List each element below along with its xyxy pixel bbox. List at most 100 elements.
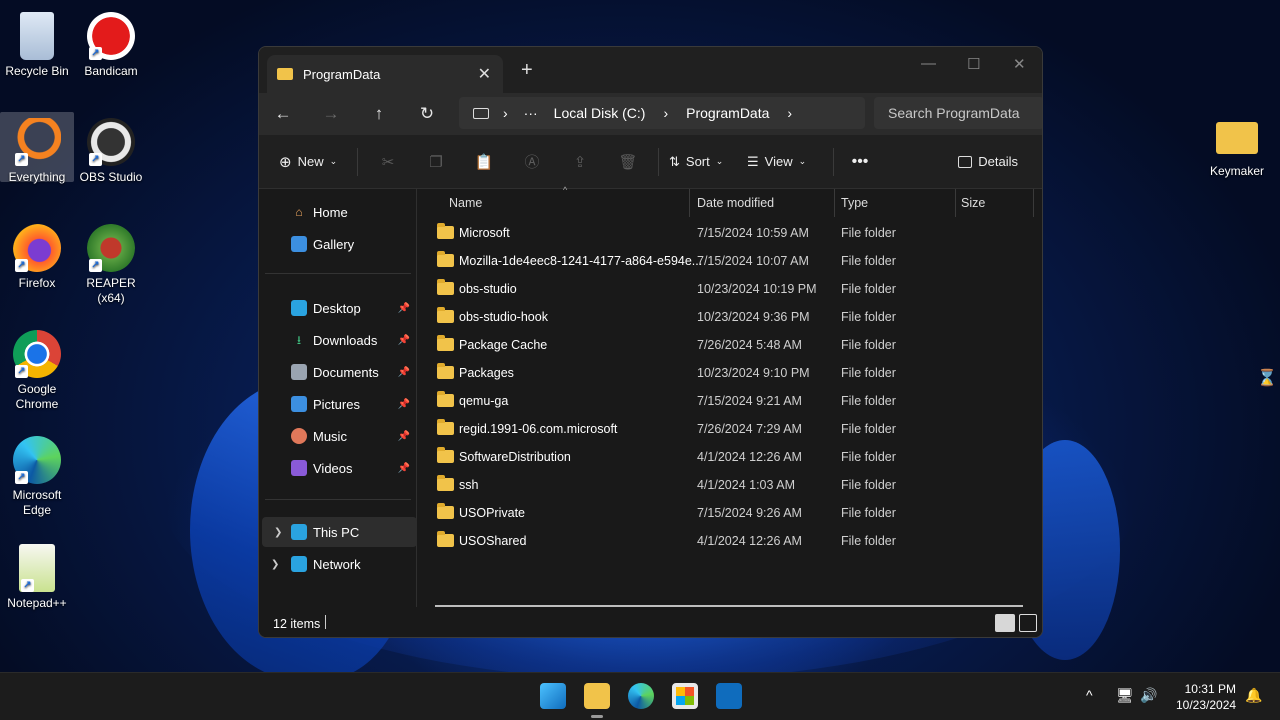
forward-arrow-icon[interactable]: → <box>307 104 355 124</box>
nav-item-pictures[interactable]: Pictures 📌 <box>259 389 414 419</box>
table-row[interactable]: Mozilla-1de4eec8-1241-4177-a864-e594e...… <box>419 247 1042 275</box>
microsoft-store-icon[interactable] <box>672 683 698 709</box>
desktop-icon-recycle-bin[interactable]: Recycle Bin <box>0 6 74 79</box>
nav-item-network[interactable]: ❯ Network <box>259 549 414 579</box>
rename-icon[interactable]: Ⓐ <box>508 151 556 172</box>
nav-label: Gallery <box>313 236 355 252</box>
notification-bell-icon[interactable]: 🔔 <box>1245 687 1262 704</box>
table-row[interactable]: regid.1991-06.com.microsoft 7/26/2024 7:2… <box>419 415 1042 443</box>
sort-button[interactable]: ⇅ Sort ⌄ <box>669 154 747 170</box>
table-row[interactable]: obs-studio 10/23/2024 10:19 PM File folder <box>419 275 1042 303</box>
start-icon[interactable] <box>540 683 566 709</box>
more-locations-icon[interactable]: ··· <box>524 105 538 121</box>
desktop-icon-reaper[interactable]: ↗ REAPER (x64) <box>74 218 148 306</box>
search-input[interactable]: Search ProgramData <box>874 97 1042 129</box>
desktop-icon-obs-studio[interactable]: ↗ OBS Studio <box>74 112 148 185</box>
copy-icon[interactable]: ❐ <box>412 153 460 171</box>
breadcrumb[interactable]: › ··· Local Disk (C:) › ProgramData › <box>459 97 865 129</box>
chevron-right-icon[interactable]: › <box>663 105 668 121</box>
column-header-size[interactable]: Size <box>961 196 985 210</box>
nav-label: Pictures <box>313 396 360 412</box>
edge-icon[interactable] <box>628 683 654 709</box>
pin-icon[interactable]: 📌 <box>398 463 410 474</box>
refresh-icon[interactable]: ↻ <box>403 104 451 124</box>
maximize-button[interactable]: ☐ <box>967 55 980 73</box>
chevron-right-icon[interactable]: ❯ <box>271 559 279 570</box>
desktop-icon-notepad-plus-plus[interactable]: ↗ Notepad++ <box>0 538 74 611</box>
volume-icon[interactable]: 🔊 <box>1140 687 1157 704</box>
table-row[interactable]: qemu-ga 7/15/2024 9:21 AM File folder <box>419 387 1042 415</box>
nav-item-documents[interactable]: Documents 📌 <box>259 357 414 387</box>
back-arrow-icon[interactable]: ← <box>259 104 307 124</box>
column-divider[interactable] <box>1033 189 1034 217</box>
desktop-icon-google-chrome[interactable]: ↗ Google Chrome <box>0 324 74 412</box>
desktop-icon-everything[interactable]: ↗ Everything <box>0 112 74 184</box>
breadcrumb-local-disk[interactable]: Local Disk (C:) <box>554 105 646 121</box>
network-icon[interactable]: 🖥 <box>1116 687 1134 704</box>
this-pc-icon[interactable] <box>473 107 489 119</box>
view-button[interactable]: ☰ View ⌄ <box>747 154 827 170</box>
folder-icon <box>437 363 454 379</box>
file-name: Microsoft <box>459 226 510 240</box>
pin-icon[interactable]: 📌 <box>398 367 410 378</box>
file-explorer-window: ProgramData ✕ + — ☐ ✕ ← → ↑ ↻ › ··· Loca… <box>258 46 1043 638</box>
pin-icon[interactable]: 📌 <box>398 399 410 410</box>
up-arrow-icon[interactable]: ↑ <box>355 104 403 124</box>
nav-item-desktop[interactable]: Desktop 📌 <box>259 293 414 323</box>
table-row[interactable]: ssh 4/1/2024 1:03 AM File folder <box>419 471 1042 499</box>
tab-close-icon[interactable]: ✕ <box>478 64 491 84</box>
table-row[interactable]: SoftwareDistribution 4/1/2024 12:26 AM Fil… <box>419 443 1042 471</box>
minimize-button[interactable]: — <box>921 55 936 72</box>
delete-icon[interactable]: 🗑 <box>604 153 652 171</box>
table-row[interactable]: Microsoft 7/15/2024 10:59 AM File folder <box>419 219 1042 247</box>
cut-icon[interactable]: ✂ <box>364 153 412 171</box>
file-explorer-icon[interactable] <box>584 683 610 709</box>
breadcrumb-programdata[interactable]: ProgramData <box>686 105 769 121</box>
sort-label: Sort <box>685 154 710 169</box>
nav-item-videos[interactable]: Videos 📌 <box>259 453 414 483</box>
column-divider[interactable] <box>955 189 956 217</box>
desktop-icon-keymaker[interactable]: Keymaker <box>1200 112 1274 179</box>
column-header-name[interactable]: Name <box>449 196 482 210</box>
divider <box>325 615 326 629</box>
clock[interactable]: 10:31 PM 10/23/2024 <box>1176 682 1236 712</box>
desktop-icon-label: Firefox <box>18 276 56 290</box>
table-row[interactable]: Packages 10/23/2024 9:10 PM File folder <box>419 359 1042 387</box>
column-header-date[interactable]: Date modified <box>697 196 774 210</box>
chevron-right-icon[interactable]: ❯ <box>274 527 282 538</box>
chevron-right-icon[interactable]: › <box>503 105 508 121</box>
details-view-icon[interactable] <box>995 614 1015 632</box>
share-icon[interactable]: ⇪ <box>556 153 604 171</box>
nav-item-music[interactable]: Music 📌 <box>259 421 414 451</box>
desktop-icon-firefox[interactable]: ↗ Firefox <box>0 218 74 291</box>
paste-icon[interactable]: 📋 <box>460 153 508 171</box>
column-header-type[interactable]: Type <box>841 196 868 210</box>
desktop-icon-microsoft-edge[interactable]: ↗ Microsoft Edge <box>0 430 74 518</box>
nav-item-home[interactable]: ⌂ Home <box>259 197 414 227</box>
outlook-icon[interactable] <box>716 683 742 709</box>
table-row[interactable]: Package Cache 7/26/2024 5:48 AM File folde… <box>419 331 1042 359</box>
nav-item-gallery[interactable]: Gallery <box>259 229 414 259</box>
chevron-right-icon[interactable]: › <box>787 105 792 121</box>
table-row[interactable]: obs-studio-hook 10/23/2024 9:36 PM File fo… <box>419 303 1042 331</box>
nav-item-downloads[interactable]: ⭳ Downloads 📌 <box>259 325 414 355</box>
new-tab-button[interactable]: + <box>521 59 533 82</box>
desktop-icon-bandicam[interactable]: ↗ Bandicam <box>74 6 148 79</box>
tab-programdata[interactable]: ProgramData ✕ <box>267 55 503 93</box>
table-row[interactable]: USOShared 4/1/2024 12:26 AM File folder <box>419 527 1042 555</box>
new-button[interactable]: ⊕ New ⌄ <box>279 153 351 171</box>
pin-icon[interactable]: 📌 <box>398 431 410 442</box>
nav-label: Home <box>313 204 348 220</box>
large-icons-view-icon[interactable] <box>1019 614 1037 632</box>
close-window-button[interactable]: ✕ <box>1013 55 1026 73</box>
nav-item-this-pc[interactable]: ❯ This PC <box>262 517 417 547</box>
see-more-icon[interactable]: ••• <box>840 153 880 171</box>
column-divider[interactable] <box>689 189 690 217</box>
file-name: USOPrivate <box>459 506 525 520</box>
table-row[interactable]: USOPrivate 7/15/2024 9:26 AM File folder <box>419 499 1042 527</box>
pin-icon[interactable]: 📌 <box>398 303 410 314</box>
show-hidden-icons-chevron-up-icon[interactable]: ^ <box>1086 687 1093 703</box>
details-button[interactable]: Details <box>958 154 1018 169</box>
pin-icon[interactable]: 📌 <box>398 335 410 346</box>
column-divider[interactable] <box>834 189 835 217</box>
